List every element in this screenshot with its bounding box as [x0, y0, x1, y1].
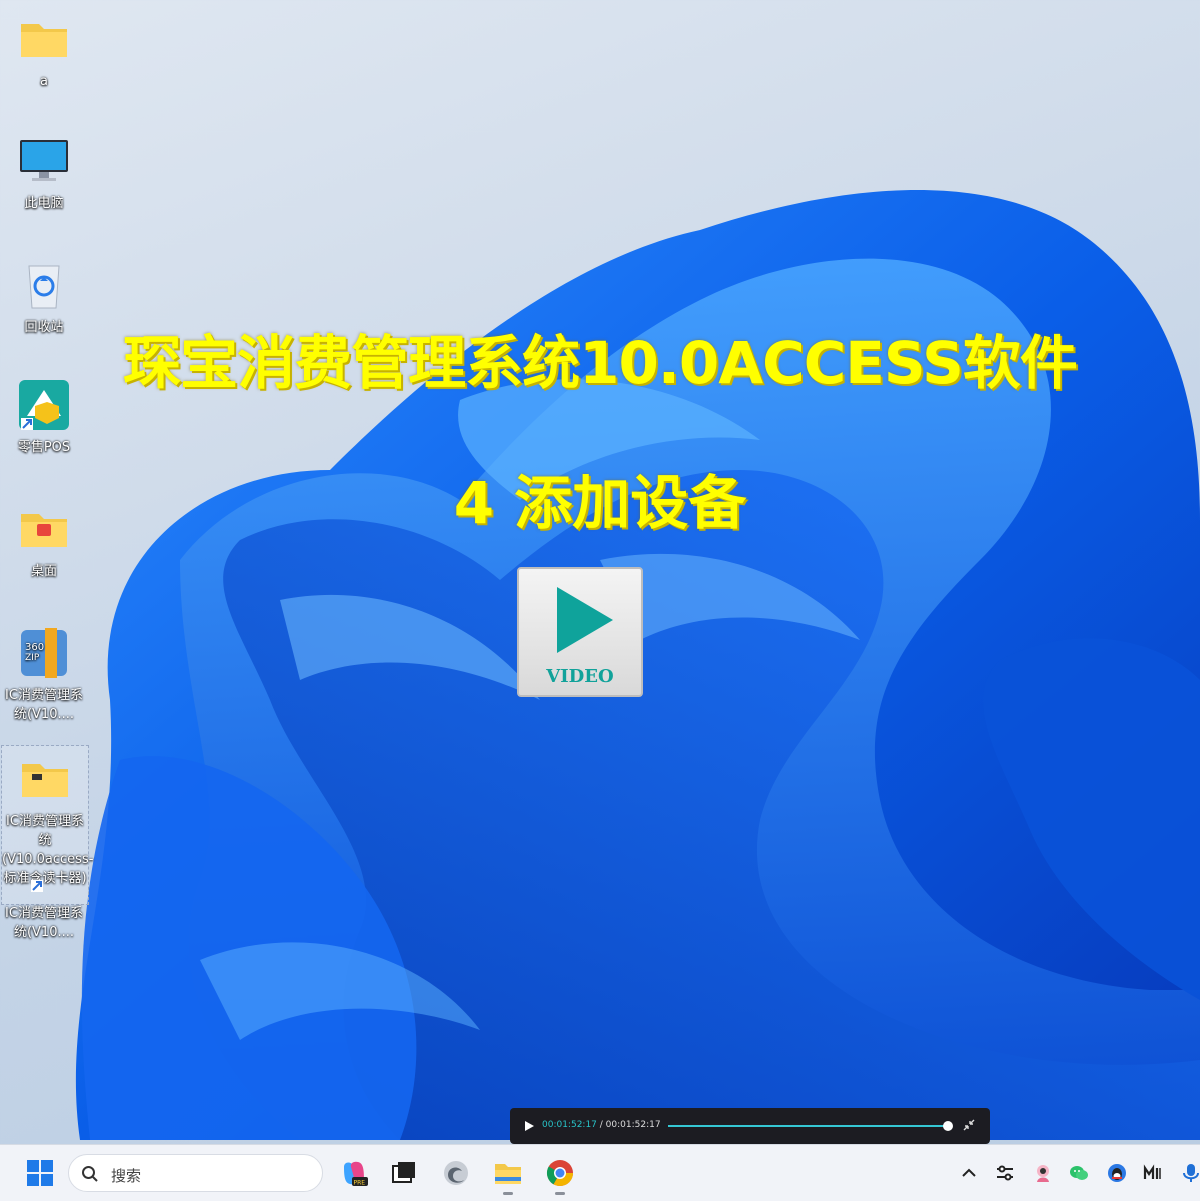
chrome-icon: [546, 1160, 574, 1187]
search-icon: [82, 1166, 98, 1182]
desktop-icon-ic-zip[interactable]: 360 ZIP IC消费管理系统(V10....: [0, 626, 88, 724]
qq-icon[interactable]: [1106, 1162, 1128, 1184]
chevron-up-icon[interactable]: [958, 1162, 980, 1184]
svg-text:ZIP: ZIP: [25, 653, 40, 663]
video-label: VIDEO: [546, 666, 614, 687]
chrome-button[interactable]: [544, 1157, 576, 1195]
file-explorer-button[interactable]: [492, 1157, 524, 1195]
current-time: 00:01:52:17: [542, 1120, 597, 1130]
zip-archive-icon: 360 ZIP: [17, 626, 71, 680]
desktop-icon-label: IC消费管理系统(V10....: [5, 906, 83, 940]
seek-bar-fill: [668, 1125, 948, 1127]
collapse-icon[interactable]: [962, 1118, 976, 1132]
play-pause-button[interactable]: [522, 1119, 536, 1133]
desktop-icon-label: 桌面: [30, 564, 57, 579]
playback-time: 00:01:52:17 / 00:01:52:17: [542, 1120, 661, 1130]
running-indicator: [555, 1192, 565, 1195]
edge-button[interactable]: [440, 1157, 472, 1189]
desktop-icon-a[interactable]: a: [0, 12, 88, 91]
seek-bar[interactable]: [668, 1121, 953, 1131]
svg-text:360: 360: [25, 642, 44, 653]
settings-toggle-icon[interactable]: [994, 1162, 1016, 1184]
total-time: 00:01:52:17: [605, 1120, 661, 1130]
start-button[interactable]: [24, 1157, 56, 1189]
taskbar: 搜索 PRE: [0, 1144, 1200, 1201]
search-input[interactable]: 搜索: [68, 1154, 323, 1192]
edge-icon: [444, 1161, 468, 1185]
play-icon: [557, 587, 613, 653]
microphone-icon[interactable]: [1180, 1162, 1200, 1184]
video-subtitle: 4 添加设备: [453, 469, 747, 537]
video-play-badge[interactable]: VIDEO: [517, 567, 643, 697]
desktop-icon-label: 此电脑: [24, 196, 64, 211]
task-view-button[interactable]: [388, 1157, 420, 1189]
copilot-icon: PRE: [344, 1161, 368, 1187]
recycle-bin-icon: [17, 258, 71, 312]
task-view-icon: [392, 1162, 415, 1183]
file-explorer-icon: [495, 1164, 521, 1184]
start-icon: [27, 1160, 53, 1186]
desktop-icon-label: a: [40, 74, 48, 89]
desktop-icon-label: IC消费管理系统(V10....: [5, 688, 83, 722]
folder-icon: [18, 752, 72, 806]
folder-icon: [17, 12, 71, 66]
avatar-icon[interactable]: [1032, 1162, 1054, 1184]
video-title: 琛宝消费管理系统10.0ACCESS软件: [123, 329, 1078, 397]
monitor-icon: [17, 134, 71, 188]
chrome-shortcut-icon: [17, 876, 71, 898]
search-placeholder: 搜索: [111, 1167, 142, 1185]
running-indicator: [503, 1192, 513, 1195]
seek-knob[interactable]: [943, 1121, 953, 1131]
desktop-icon-this-pc[interactable]: 此电脑: [0, 134, 88, 213]
media-player-controls: 00:01:52:17 / 00:01:52:17: [510, 1108, 990, 1144]
copilot-button[interactable]: PRE: [338, 1157, 370, 1189]
desktop-icon-ic-shortcut[interactable]: IC消费管理系统(V10....: [0, 880, 88, 942]
wechat-icon[interactable]: [1068, 1162, 1090, 1184]
input-method-icon[interactable]: [1142, 1162, 1164, 1184]
time-separator: /: [596, 1120, 606, 1130]
svg-text:PRE: PRE: [354, 1180, 366, 1187]
desktop-icon-label: 零售POS: [17, 440, 71, 455]
